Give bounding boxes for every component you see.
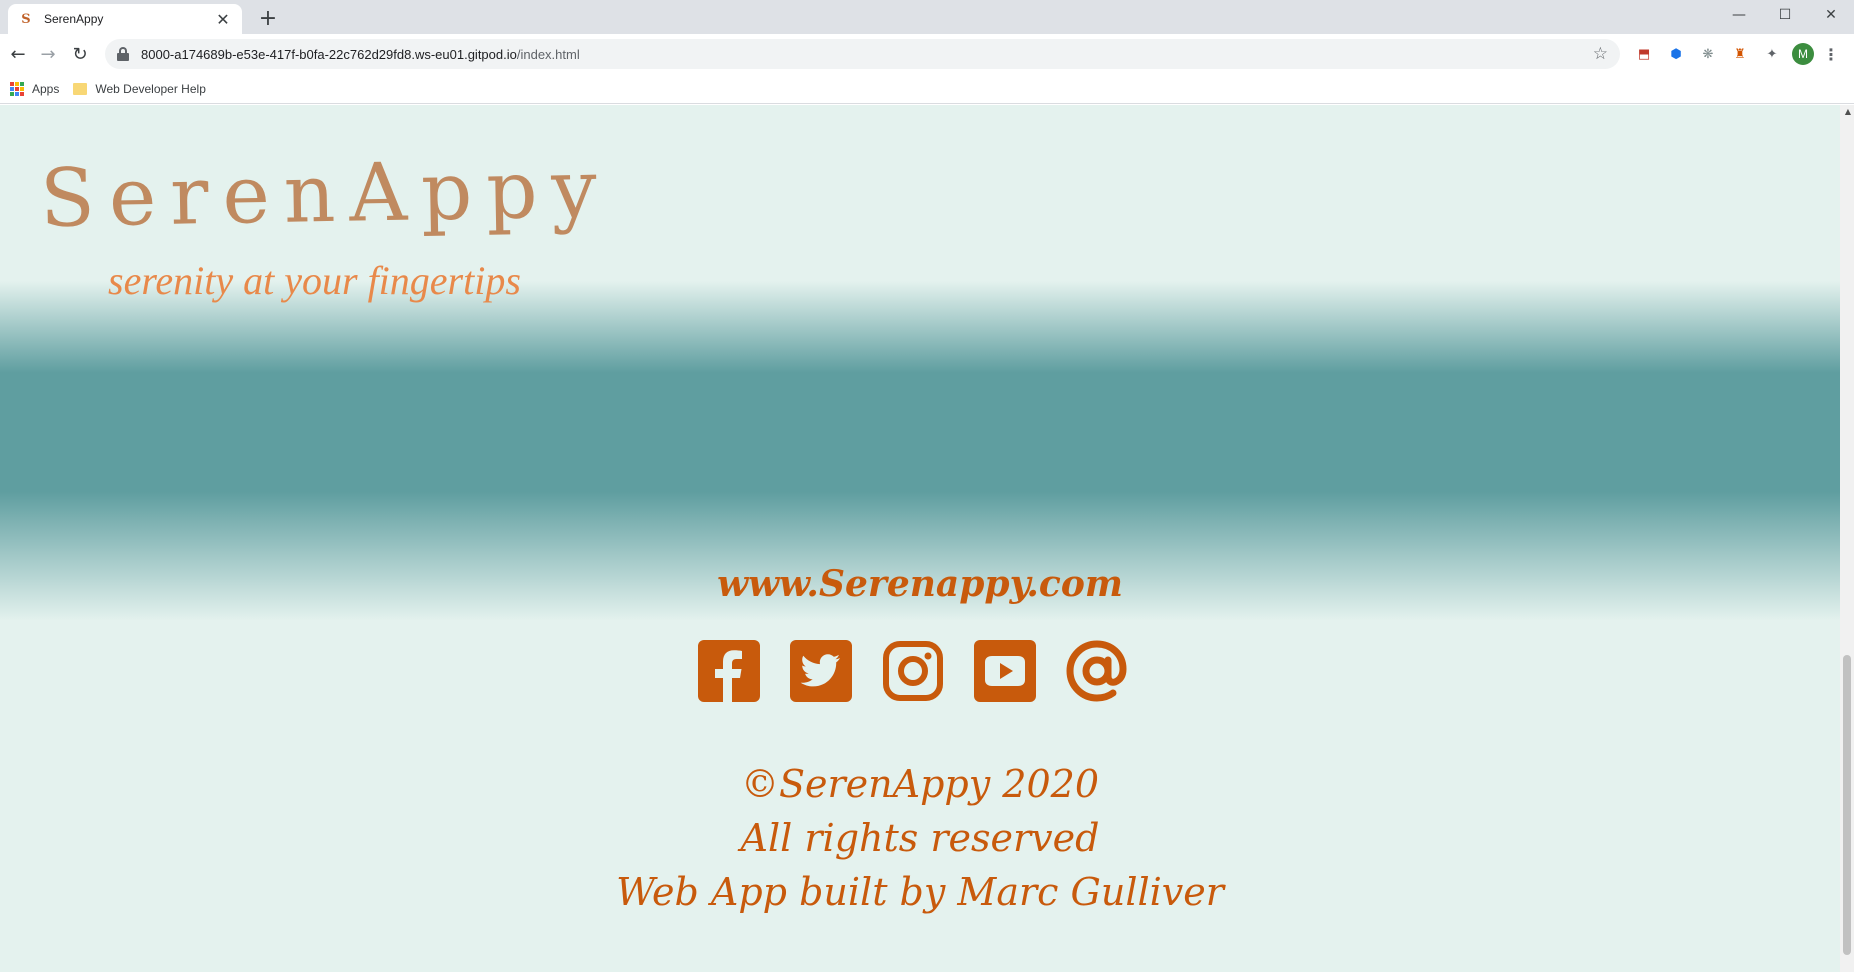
footer-url-link[interactable]: www.Serenappy.com <box>0 563 1840 605</box>
page-scrollbar[interactable]: ▲ <box>1840 105 1854 972</box>
url-text: 8000-a174689b-e53e-417f-b0fa-22c762d29fd… <box>141 47 1593 62</box>
extension-pocket-icon[interactable]: ⬒ <box>1632 42 1656 66</box>
facebook-icon[interactable] <box>698 640 760 702</box>
back-button[interactable]: ← <box>6 42 30 66</box>
scroll-up-arrow-icon[interactable]: ▲ <box>1845 107 1851 116</box>
tab-bar: S SerenAppy ✕ + — ☐ ✕ <box>0 0 1854 34</box>
bookmark-apps-label: Apps <box>32 81 60 96</box>
browser-tab[interactable]: S SerenAppy ✕ <box>8 4 242 34</box>
folder-icon <box>73 82 88 95</box>
tab-title: SerenAppy <box>44 12 104 26</box>
footer-credits: ©SerenAppy 2020 All rights reserved Web … <box>0 757 1840 919</box>
footer-credit: Web App built by Marc Gulliver <box>616 870 1224 914</box>
extension-tower-icon[interactable]: ♜ <box>1728 42 1752 66</box>
favicon-icon: S <box>21 11 31 27</box>
bookmark-apps[interactable]: Apps <box>10 81 60 96</box>
instagram-icon[interactable] <box>882 640 944 702</box>
email-at-icon[interactable] <box>1066 640 1128 702</box>
lock-icon[interactable] <box>117 47 129 61</box>
extension-icons: ⬒ ⬢ ❋ ♜ ✦ M ⋮ <box>1632 42 1840 66</box>
profile-avatar[interactable]: M <box>1792 43 1814 65</box>
footer-rights: All rights reserved <box>740 816 1100 860</box>
extension-hex-icon[interactable]: ⬢ <box>1664 42 1688 66</box>
reload-button[interactable]: ↻ <box>68 42 92 66</box>
minimize-button[interactable]: — <box>1716 0 1762 30</box>
extensions-puzzle-icon[interactable]: ✦ <box>1760 42 1784 66</box>
url-path: /index.html <box>516 46 580 62</box>
extension-pin-icon[interactable]: ❋ <box>1696 42 1720 66</box>
apps-grid-icon <box>10 81 24 96</box>
site-logo[interactable]: SerenAppy <box>39 142 611 245</box>
site-tagline: serenity at your fingertips <box>108 258 521 303</box>
maximize-button[interactable]: ☐ <box>1762 0 1808 30</box>
bookmark-star-icon[interactable]: ☆ <box>1593 44 1608 64</box>
menu-icon[interactable]: ⋮ <box>1822 42 1840 66</box>
footer-copyright: ©SerenAppy 2020 <box>741 762 1099 806</box>
window-controls: — ☐ ✕ <box>1716 0 1854 30</box>
address-bar[interactable]: 8000-a174689b-e53e-417f-b0fa-22c762d29fd… <box>105 39 1620 69</box>
forward-button[interactable]: → <box>36 42 60 66</box>
bookmark-folder-label: Web Developer Help <box>95 81 206 96</box>
scrollbar-thumb[interactable] <box>1843 655 1851 955</box>
url-host: 8000-a174689b-e53e-417f-b0fa-22c762d29fd… <box>141 46 517 62</box>
new-tab-button[interactable]: + <box>256 6 280 31</box>
close-window-button[interactable]: ✕ <box>1808 0 1854 30</box>
page-viewport: SerenAppy serenity at your fingertips ww… <box>0 105 1840 972</box>
browser-toolbar: ← → ↻ 8000-a174689b-e53e-417f-b0fa-22c76… <box>0 34 1854 74</box>
twitter-icon[interactable] <box>790 640 852 702</box>
bookmarks-bar: Apps Web Developer Help <box>0 74 1854 104</box>
youtube-icon[interactable] <box>974 640 1036 702</box>
social-links <box>698 640 1128 702</box>
bookmark-folder[interactable]: Web Developer Help <box>73 82 206 96</box>
close-icon[interactable]: ✕ <box>214 10 232 29</box>
